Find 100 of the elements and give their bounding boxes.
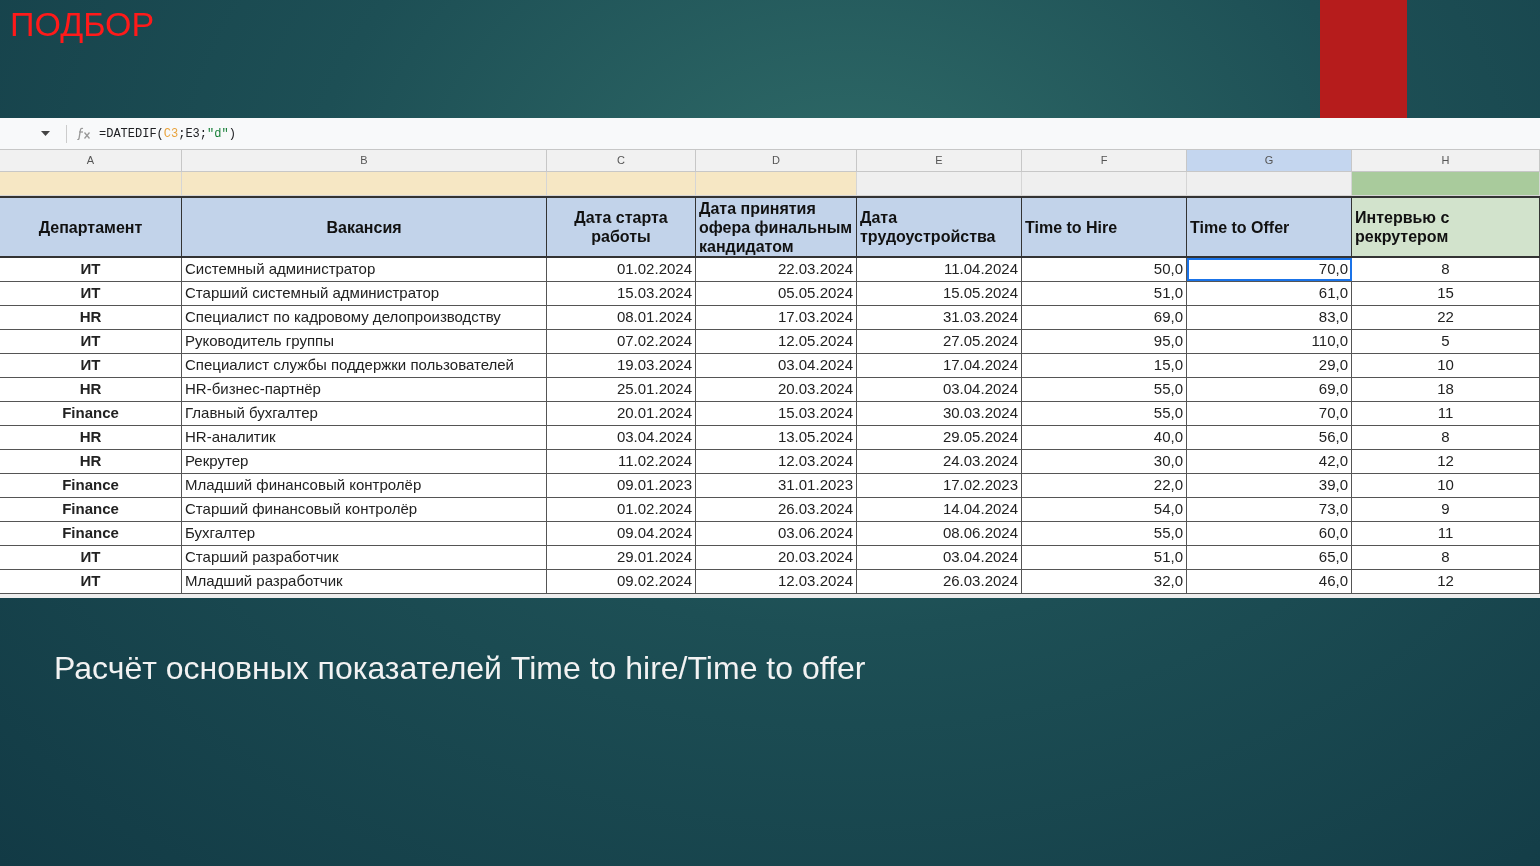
column-header[interactable]: H — [1352, 150, 1540, 172]
table-cell: Рекрутер — [182, 450, 547, 473]
table-cell: 26.03.2024 — [696, 498, 857, 521]
table-cell: 15.03.2024 — [696, 402, 857, 425]
table-cell: 30,0 — [1022, 450, 1187, 473]
table-cell: 11 — [1352, 522, 1540, 545]
table-cell: 5 — [1352, 330, 1540, 353]
table-cell: 46,0 — [1187, 570, 1352, 593]
table-cell: 12.05.2024 — [696, 330, 857, 353]
table-cell: 10 — [1352, 354, 1540, 377]
table-cell: 22,0 — [1022, 474, 1187, 497]
column-header[interactable]: D — [696, 150, 857, 172]
table-cell: 83,0 — [1187, 306, 1352, 329]
table-cell: 17.02.2023 — [857, 474, 1022, 497]
table-cell: 09.01.2023 — [547, 474, 696, 497]
header-cell: Time to Offer — [1187, 198, 1352, 256]
slide-title: ПОДБОР — [10, 4, 155, 44]
caret-icon[interactable] — [41, 131, 50, 136]
table-cell: 26.03.2024 — [857, 570, 1022, 593]
table-cell: 22 — [1352, 306, 1540, 329]
table-cell: 03.04.2024 — [547, 426, 696, 449]
table-cell: 55,0 — [1022, 402, 1187, 425]
table-cell: Младший разработчик — [182, 570, 547, 593]
header-cell: Time to Hire — [1022, 198, 1187, 256]
table-cell: 55,0 — [1022, 378, 1187, 401]
table-cell: 09.02.2024 — [547, 570, 696, 593]
table-cell: 12.03.2024 — [696, 570, 857, 593]
header-cell: Интервью с рекрутером — [1352, 198, 1540, 256]
table-cell: 20.03.2024 — [696, 546, 857, 569]
table-cell: Младший финансовый контролёр — [182, 474, 547, 497]
table-cell: 54,0 — [1022, 498, 1187, 521]
table-cell: ИТ — [0, 546, 182, 569]
table-cell: 05.05.2024 — [696, 282, 857, 305]
table-cell: 15,0 — [1022, 354, 1187, 377]
table-cell: 07.02.2024 — [547, 330, 696, 353]
table-cell: 9 — [1352, 498, 1540, 521]
table-cell: 50,0 — [1022, 258, 1187, 281]
table-cell: 01.02.2024 — [547, 498, 696, 521]
table-cell: 11.04.2024 — [857, 258, 1022, 281]
table-cell: 10 — [1352, 474, 1540, 497]
table-cell: 12.03.2024 — [696, 450, 857, 473]
column-header[interactable]: A — [0, 150, 182, 172]
table-cell: 8 — [1352, 546, 1540, 569]
table-cell: Системный администратор — [182, 258, 547, 281]
column-header[interactable]: B — [182, 150, 547, 172]
table-cell: 31.03.2024 — [857, 306, 1022, 329]
table-cell: Главный бухгалтер — [182, 402, 547, 425]
table-cell: ИТ — [0, 354, 182, 377]
table-cell: Специалист по кадровому делопроизводству — [182, 306, 547, 329]
table-cell: 14.04.2024 — [857, 498, 1022, 521]
table-cell: 60,0 — [1187, 522, 1352, 545]
table-cell: 20.01.2024 — [547, 402, 696, 425]
table-cell: 11.02.2024 — [547, 450, 696, 473]
table-cell: HR — [0, 306, 182, 329]
table-cell: 65,0 — [1187, 546, 1352, 569]
table-cell: 19.03.2024 — [547, 354, 696, 377]
table-cell: 15.03.2024 — [547, 282, 696, 305]
header-cell: Дата старта работы — [547, 198, 696, 256]
table-cell: HR-бизнес-партнёр — [182, 378, 547, 401]
table-cell: 03.04.2024 — [857, 378, 1022, 401]
formula-text[interactable]: =DATEDIF(C3;E3;"d") — [99, 124, 236, 143]
table-cell: 8 — [1352, 258, 1540, 281]
column-header[interactable]: F — [1022, 150, 1187, 172]
table-cell: Бухгалтер — [182, 522, 547, 545]
table-cell: 40,0 — [1022, 426, 1187, 449]
table-cell: Finance — [0, 522, 182, 545]
table-cell: 08.01.2024 — [547, 306, 696, 329]
table-cell: 15 — [1352, 282, 1540, 305]
column-header[interactable]: E — [857, 150, 1022, 172]
table-cell: 56,0 — [1187, 426, 1352, 449]
table-cell: Старший системный администратор — [182, 282, 547, 305]
table-cell: 69,0 — [1187, 378, 1352, 401]
table-cell: 20.03.2024 — [696, 378, 857, 401]
column-header[interactable]: G — [1187, 150, 1352, 172]
column-header[interactable]: C — [547, 150, 696, 172]
header-cell: Вакансия — [182, 198, 547, 256]
table-cell: ИТ — [0, 330, 182, 353]
table-cell: 08.06.2024 — [857, 522, 1022, 545]
table-cell: Старший разработчик — [182, 546, 547, 569]
table-cell: 27.05.2024 — [857, 330, 1022, 353]
table-cell: 29.05.2024 — [857, 426, 1022, 449]
header-cell: Дата принятия офера финальным кандидатом — [696, 198, 857, 256]
table-cell: Finance — [0, 498, 182, 521]
table-cell: 18 — [1352, 378, 1540, 401]
table-cell: 70,0 — [1187, 258, 1352, 281]
table-cell: 29.01.2024 — [547, 546, 696, 569]
table-cell: 32,0 — [1022, 570, 1187, 593]
table-cell: 69,0 — [1022, 306, 1187, 329]
table-cell: Специалист службы поддержки пользователей — [182, 354, 547, 377]
table-cell: 70,0 — [1187, 402, 1352, 425]
table-cell: HR — [0, 426, 182, 449]
header-cell: Дата трудоустройства — [857, 198, 1022, 256]
table-cell: 03.04.2024 — [696, 354, 857, 377]
table-cell: 03.06.2024 — [696, 522, 857, 545]
table-cell: 17.04.2024 — [857, 354, 1022, 377]
header-cell: Департамент — [0, 198, 182, 256]
table-cell: 51,0 — [1022, 546, 1187, 569]
table-cell: Руководитель группы — [182, 330, 547, 353]
table-cell: Finance — [0, 474, 182, 497]
table-cell: 13.05.2024 — [696, 426, 857, 449]
